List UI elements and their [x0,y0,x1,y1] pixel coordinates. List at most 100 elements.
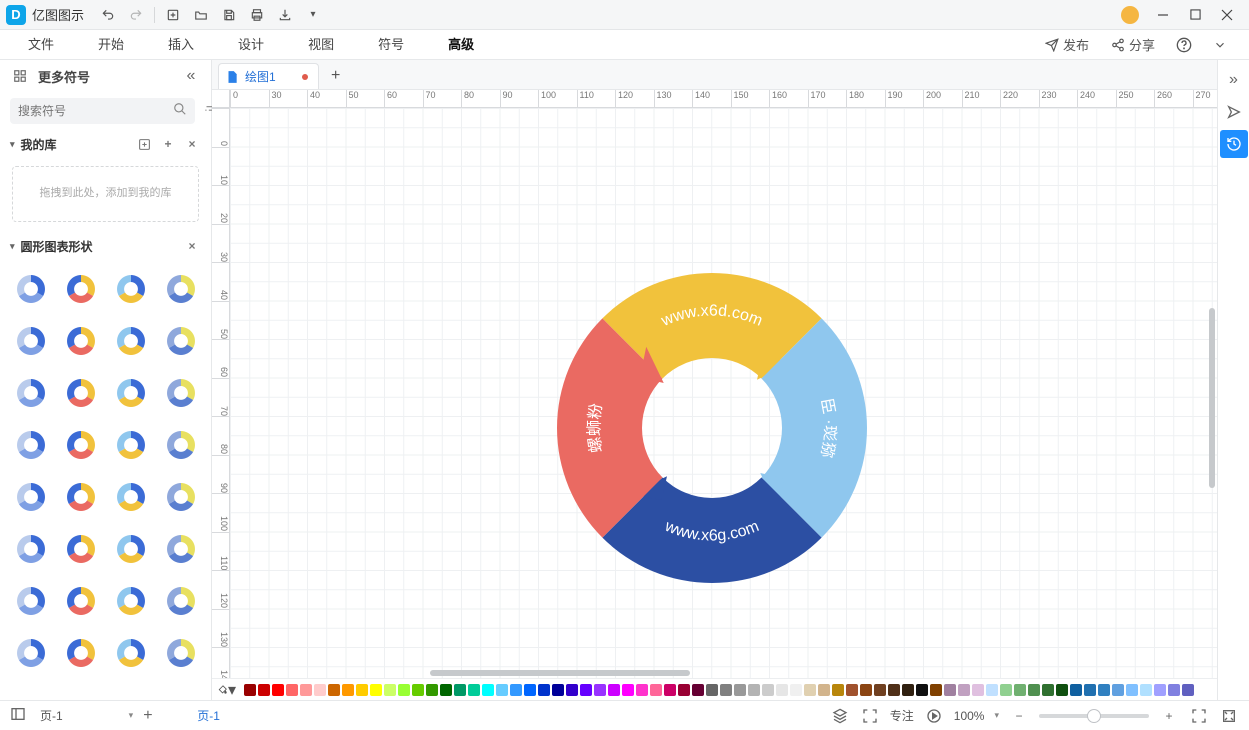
page-label[interactable]: 页-1 [197,707,220,724]
menu-设计[interactable]: 设计 [216,30,286,60]
collapse-ribbon-button[interactable] [1207,32,1233,58]
color-swatch[interactable] [748,684,760,696]
shape-thumbnail[interactable] [110,580,152,622]
search-input[interactable] [18,104,173,118]
shape-thumbnail[interactable] [160,424,202,466]
shape-thumbnail[interactable] [10,268,52,310]
color-swatch[interactable] [622,684,634,696]
color-swatch[interactable] [664,684,676,696]
color-swatch[interactable] [874,684,886,696]
shape-thumbnail[interactable] [160,580,202,622]
avatar[interactable] [1121,6,1139,24]
color-swatch[interactable] [636,684,648,696]
print-button[interactable] [243,3,271,27]
search-icon[interactable] [173,102,187,121]
shape-thumbnail[interactable] [110,528,152,570]
focus-frame-icon[interactable] [860,708,880,724]
close-button[interactable] [1211,3,1243,27]
zoom-out-button[interactable]: − [1009,709,1029,723]
color-swatch[interactable] [594,684,606,696]
color-swatch[interactable] [958,684,970,696]
color-swatch[interactable] [1182,684,1194,696]
color-swatch[interactable] [860,684,872,696]
color-swatch[interactable] [1126,684,1138,696]
color-swatch[interactable] [524,684,536,696]
undo-button[interactable] [94,3,122,27]
shape-thumbnail[interactable] [160,320,202,362]
color-swatch[interactable] [300,684,312,696]
color-swatch[interactable] [706,684,718,696]
color-swatch[interactable] [846,684,858,696]
shape-thumbnail[interactable] [160,268,202,310]
color-swatch[interactable] [790,684,802,696]
color-swatch[interactable] [1042,684,1054,696]
color-swatch[interactable] [1098,684,1110,696]
shape-thumbnail[interactable] [160,476,202,518]
color-swatch[interactable] [1140,684,1152,696]
fit-page-icon[interactable] [1219,708,1239,724]
color-swatch[interactable] [972,684,984,696]
color-swatch[interactable] [426,684,438,696]
shapes-section-header[interactable]: ▾ 圆形图表形状 × [0,232,211,260]
color-swatch[interactable] [566,684,578,696]
color-swatch[interactable] [1070,684,1082,696]
color-swatch[interactable] [1168,684,1180,696]
color-swatch[interactable] [384,684,396,696]
menu-视图[interactable]: 视图 [286,30,356,60]
color-swatch[interactable] [1112,684,1124,696]
color-swatch[interactable] [818,684,830,696]
menu-插入[interactable]: 插入 [146,30,216,60]
shape-thumbnail[interactable] [160,528,202,570]
color-swatch[interactable] [1056,684,1068,696]
shape-thumbnail[interactable] [110,476,152,518]
color-swatch[interactable] [986,684,998,696]
color-swatch[interactable] [398,684,410,696]
search-input-wrap[interactable] [10,98,195,124]
share-button[interactable]: 分享 [1105,31,1161,58]
shape-thumbnail[interactable] [60,320,102,362]
close-library-icon[interactable]: × [183,137,201,151]
color-swatch[interactable] [1014,684,1026,696]
shape-thumbnail[interactable] [110,424,152,466]
history-panel-icon[interactable] [1220,130,1248,158]
color-swatch[interactable] [552,684,564,696]
publish-button[interactable]: 发布 [1039,31,1095,58]
vertical-scrollbar[interactable] [1209,308,1217,660]
open-button[interactable] [187,3,215,27]
chevron-left-icon[interactable]: « [181,67,201,85]
color-swatch[interactable] [342,684,354,696]
shape-thumbnail[interactable] [10,580,52,622]
color-swatch[interactable] [580,684,592,696]
color-swatch[interactable] [244,684,256,696]
shape-thumbnail[interactable] [10,632,52,674]
color-swatch[interactable] [650,684,662,696]
zoom-value[interactable]: 100% [954,709,985,723]
color-swatch[interactable] [692,684,704,696]
menu-文件[interactable]: 文件 [6,30,76,60]
shape-thumbnail[interactable] [110,320,152,362]
shape-thumbnail[interactable] [60,580,102,622]
color-swatch[interactable] [1000,684,1012,696]
close-shapes-icon[interactable]: × [183,239,201,253]
color-swatch[interactable] [258,684,270,696]
menu-符号[interactable]: 符号 [356,30,426,60]
my-library-header[interactable]: ▾ 我的库 + × [0,130,211,158]
color-swatch[interactable] [804,684,816,696]
color-swatch[interactable] [1154,684,1166,696]
color-swatch[interactable] [314,684,326,696]
shape-thumbnail[interactable] [60,632,102,674]
shape-thumbnail[interactable] [60,476,102,518]
horizontal-scrollbar[interactable] [430,670,1199,678]
import-library-icon[interactable] [135,138,153,151]
color-swatch[interactable] [286,684,298,696]
shape-thumbnail[interactable] [110,632,152,674]
color-swatch[interactable] [762,684,774,696]
color-swatch[interactable] [482,684,494,696]
add-library-icon[interactable]: + [159,137,177,151]
shape-thumbnail[interactable] [60,268,102,310]
color-swatch[interactable] [440,684,452,696]
add-page-button[interactable]: + [143,707,163,725]
color-swatch[interactable] [370,684,382,696]
shape-thumbnail[interactable] [160,372,202,414]
shape-thumbnail[interactable] [110,268,152,310]
